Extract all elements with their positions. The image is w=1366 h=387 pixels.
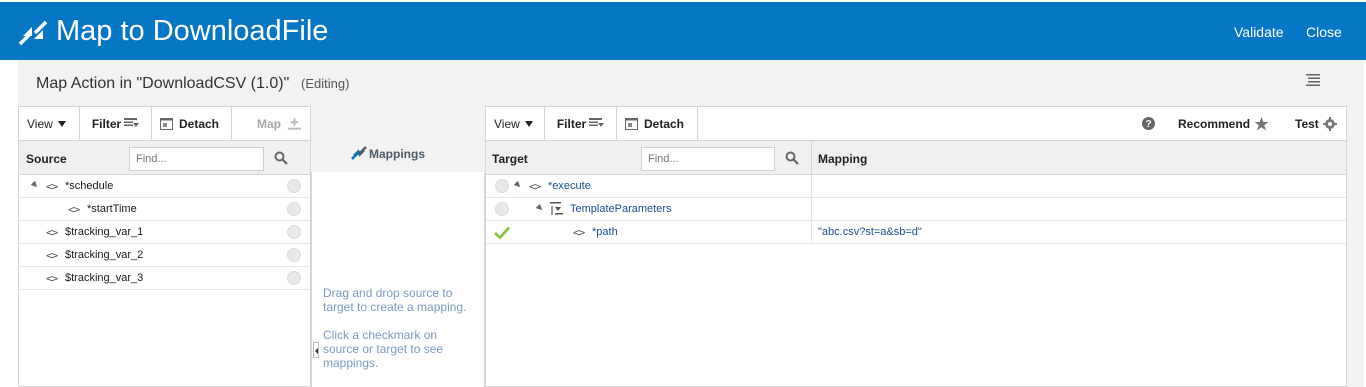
- mapping-status-icon[interactable]: [495, 202, 509, 216]
- target-row-execute[interactable]: <> *execute: [486, 175, 1346, 198]
- collapse-splitter-handle[interactable]: [313, 342, 319, 358]
- source-row-tracking-var-3[interactable]: <> $tracking_var_3: [19, 267, 310, 290]
- source-filter-button[interactable]: Filter: [80, 107, 152, 140]
- hamburger-menu-icon[interactable]: [1306, 74, 1320, 86]
- map-label: Map: [257, 116, 281, 131]
- target-column-header: Target Mapping: [486, 141, 1346, 175]
- hint-line: Drag and drop source to: [323, 286, 453, 300]
- filter-icon: [124, 117, 140, 127]
- node-name: $tracking_var_3: [65, 272, 144, 284]
- view-label: View: [494, 116, 520, 131]
- node-name: TemplateParameters: [570, 203, 672, 215]
- detach-icon: [625, 117, 638, 130]
- recommend-button[interactable]: Recommend: [1178, 107, 1269, 140]
- source-column-header: Source: [19, 141, 310, 175]
- caret-down-icon: [57, 120, 66, 127]
- filter-icon: [589, 117, 605, 127]
- mapping-status-icon[interactable]: [495, 179, 509, 193]
- star-icon: [1254, 116, 1269, 130]
- gear-icon: [1322, 116, 1337, 131]
- checkmark-hint: Click a checkmark on source or target to…: [323, 328, 443, 370]
- hint-line: mappings.: [323, 356, 379, 370]
- filter-label: Filter: [556, 116, 587, 131]
- mappings-title: Mappings: [369, 147, 425, 161]
- node-name: *schedule: [65, 180, 114, 192]
- mapping-column-label: Mapping: [818, 152, 868, 166]
- hint-line: Click a checkmark on: [323, 328, 438, 342]
- detach-label: Detach: [179, 116, 220, 131]
- source-toolbar: View Filter Detach Map: [19, 107, 310, 141]
- source-find-input[interactable]: [129, 147, 264, 171]
- target-detach-button[interactable]: Detach: [617, 107, 698, 140]
- app-header: Map to DownloadFile Validate Close: [0, 0, 1366, 60]
- source-panel: View Filter Detach Map Source Find... <>…: [18, 106, 311, 387]
- element-icon: <>: [529, 180, 541, 193]
- mappings-icon: [351, 146, 367, 160]
- element-icon: <>: [46, 226, 58, 239]
- search-icon[interactable]: [274, 151, 288, 165]
- search-icon[interactable]: [785, 151, 799, 165]
- node-name: *path: [592, 226, 618, 238]
- expand-triangle-icon[interactable]: [30, 180, 40, 190]
- node-name: $tracking_var_1: [65, 226, 144, 238]
- validate-button[interactable]: Validate: [1234, 24, 1284, 40]
- element-icon: <>: [46, 180, 58, 193]
- caret-down-icon: [524, 120, 533, 127]
- target-toolbar: View Filter Detach ? Recommend Test: [486, 107, 1346, 141]
- target-column-label: Target: [492, 152, 528, 166]
- expand-triangle-icon[interactable]: [535, 203, 545, 213]
- source-row-starttime[interactable]: <> *startTime: [19, 198, 310, 221]
- mapping-status-icon[interactable]: [287, 202, 301, 216]
- subheader: Map Action in "DownloadCSV (1.0)" (Editi…: [18, 60, 1364, 104]
- source-detach-button[interactable]: Detach: [152, 107, 232, 140]
- element-icon: <>: [68, 203, 80, 216]
- view-label: View: [27, 116, 53, 131]
- hint-line: target to create a mapping.: [323, 300, 467, 314]
- source-view-menu[interactable]: View: [19, 107, 80, 140]
- target-row-templateparameters[interactable]: TemplateParameters: [486, 198, 1346, 221]
- source-row-tracking-var-2[interactable]: <> $tracking_var_2: [19, 244, 310, 267]
- test-button[interactable]: Test: [1295, 107, 1337, 140]
- source-column-label: Source: [26, 152, 67, 166]
- filter-label: Filter: [91, 116, 122, 131]
- checkmark-icon[interactable]: [494, 226, 510, 239]
- mapping-status-icon[interactable]: [287, 225, 301, 239]
- editing-status: (Editing): [301, 76, 350, 91]
- test-label: Test: [1295, 116, 1319, 131]
- map-plus-icon: [287, 117, 301, 130]
- map-button[interactable]: Map: [249, 107, 309, 140]
- page-title: Map to DownloadFile: [56, 15, 329, 47]
- mapping-status-icon[interactable]: [287, 248, 301, 262]
- recommend-label: Recommend: [1178, 116, 1251, 131]
- element-icon: <>: [46, 272, 58, 285]
- mapping-status-icon[interactable]: [287, 271, 301, 285]
- close-button[interactable]: Close: [1306, 24, 1342, 40]
- action-title: Map Action in "DownloadCSV (1.0)": [36, 75, 290, 92]
- mapping-status-icon[interactable]: [287, 179, 301, 193]
- detach-label: Detach: [644, 116, 685, 131]
- target-filter-button[interactable]: Filter: [545, 107, 617, 140]
- drag-drop-hint: Drag and drop source to target to create…: [323, 286, 466, 314]
- hint-line: source or target to see: [323, 342, 444, 356]
- node-name: $tracking_var_2: [65, 249, 144, 261]
- column-divider: [811, 141, 812, 175]
- expand-triangle-icon[interactable]: [513, 180, 523, 190]
- detach-icon: [160, 117, 173, 130]
- element-icon: <>: [46, 249, 58, 262]
- collection-icon: [550, 202, 563, 215]
- target-row-path[interactable]: <> *path "abc.csv?st=a&sb=d": [486, 221, 1346, 244]
- mapping-value[interactable]: "abc.csv?st=a&sb=d": [818, 226, 922, 238]
- target-find-input[interactable]: [641, 147, 775, 171]
- svg-text:?: ?: [1145, 119, 1151, 130]
- help-icon[interactable]: ?: [1142, 117, 1155, 130]
- source-row-schedule[interactable]: <> *schedule: [19, 175, 310, 198]
- target-panel: View Filter Detach ? Recommend Test Targ…: [485, 106, 1347, 387]
- source-row-tracking-var-1[interactable]: <> $tracking_var_1: [19, 221, 310, 244]
- node-name: *startTime: [87, 203, 137, 215]
- element-icon: <>: [573, 226, 585, 239]
- target-view-menu[interactable]: View: [486, 107, 545, 140]
- node-name: *execute: [548, 180, 591, 192]
- map-arrows-icon: [18, 20, 48, 46]
